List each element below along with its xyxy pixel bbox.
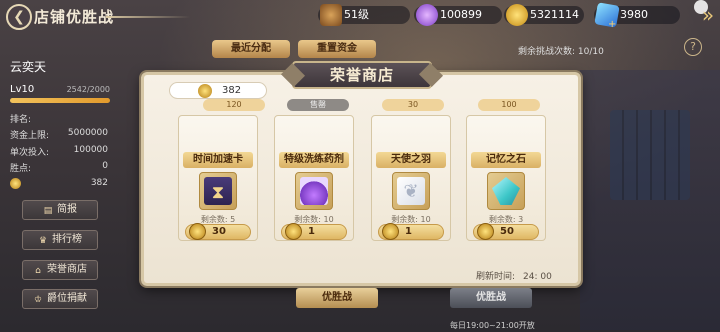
- gem-icon: [416, 4, 438, 26]
- stat-value: 382: [90, 178, 108, 188]
- background-shelf: [580, 70, 720, 330]
- stat-rank: 排名:: [10, 112, 108, 125]
- player-name: 云奕天: [10, 60, 47, 74]
- page-header: ❮ 店铺优胜战: [0, 0, 200, 36]
- item-price: 1: [308, 226, 315, 237]
- report-icon: ▤: [43, 206, 53, 216]
- peek-soldout: 售罄: [287, 99, 349, 111]
- honor-coin-icon: [189, 223, 206, 240]
- honor-coin-icon: [285, 223, 302, 240]
- player-xp: 2542/2000: [66, 85, 110, 94]
- honor-coin-icon: [477, 223, 494, 240]
- shop-icon: ⌂: [35, 266, 41, 276]
- shop-item-card[interactable]: 时间加速卡 剩余数: 5 30: [178, 115, 258, 241]
- open-time-text: 每日19:00~21:00开放: [450, 321, 535, 330]
- item-name: 特级洗练药剂: [279, 152, 349, 168]
- player-panel: 云奕天 Lv10 2542/2000 排名: 资金上限: 5000000 单次投…: [0, 36, 118, 332]
- refresh-time: 24: 00: [523, 272, 552, 282]
- background-window: [610, 110, 690, 200]
- back-button[interactable]: ❮: [6, 4, 32, 30]
- side-button-honor-shop[interactable]: ⌂ 荣誉商店: [22, 260, 98, 280]
- xp-progress-fill: [10, 98, 110, 103]
- crown-icon: ♔: [33, 295, 43, 305]
- stat-value: 0: [102, 161, 108, 171]
- gold-resource: 5321114: [504, 4, 584, 26]
- refresh-timer: 刷新时间: 24: 00: [476, 269, 552, 282]
- feather-icon: [392, 172, 430, 210]
- side-button-report[interactable]: ▤ 简报: [22, 200, 98, 220]
- buy-button[interactable]: 50: [473, 223, 539, 240]
- peek-price: 30: [382, 99, 444, 111]
- add-icon[interactable]: +: [608, 16, 616, 34]
- side-button-label: 简报: [57, 204, 77, 215]
- peek-price: 120: [203, 99, 265, 111]
- stat-label: 资金上限:: [10, 131, 50, 141]
- level-row: Lv10 2542/2000: [10, 84, 110, 95]
- stat-win-points: 胜点: 0: [10, 161, 108, 174]
- buy-button[interactable]: 30: [185, 223, 251, 240]
- diamond-resource[interactable]: + 3980: [594, 2, 680, 30]
- item-price: 1: [405, 226, 412, 237]
- shop-item-card[interactable]: 天使之羽 剩余数: 10 1: [371, 115, 451, 241]
- level-resource: 51级: [318, 4, 410, 26]
- item-price: 30: [212, 226, 226, 237]
- honor-coin-icon: [382, 223, 399, 240]
- side-button-label: 排行榜: [52, 234, 82, 245]
- side-button-label: 爵位捐献: [47, 293, 87, 304]
- shop-item-card[interactable]: 记忆之石 剩余数: 3 50: [466, 115, 546, 241]
- item-name: 记忆之石: [471, 152, 541, 168]
- item-name: 天使之羽: [376, 152, 446, 168]
- honor-coin-icon: [198, 84, 212, 98]
- diamond-value: 3980: [620, 8, 648, 21]
- expand-menu-icon[interactable]: »: [698, 0, 718, 30]
- xp-progress-bar: [10, 98, 110, 103]
- stat-single-invest: 单次投入: 100000: [10, 145, 108, 158]
- refresh-label: 刷新时间:: [476, 272, 516, 282]
- item-name: 时间加速卡: [183, 152, 253, 168]
- hourglass-card-icon: [199, 172, 237, 210]
- shop-item-card[interactable]: 特级洗练药剂 剩余数: 10 1: [274, 115, 354, 241]
- honor-coin-icon: [10, 178, 21, 189]
- trophy-icon: ♛: [38, 236, 48, 246]
- stat-value: 5000000: [67, 128, 108, 138]
- side-button-ranking[interactable]: ♛ 排行榜: [22, 230, 98, 250]
- gem-resource: 100899: [414, 4, 502, 26]
- gold-coin-icon: [506, 4, 528, 26]
- resource-bar: 51级 100899 5321114 + 3980: [282, 2, 702, 30]
- level-value: 51级: [344, 8, 369, 21]
- tournament-button[interactable]: 优胜战: [296, 288, 378, 308]
- buy-button[interactable]: 1: [281, 223, 347, 240]
- gold-value: 5321114: [530, 8, 579, 21]
- side-button-label: 荣誉商店: [47, 264, 87, 275]
- player-level: Lv10: [10, 84, 35, 95]
- help-icon[interactable]: ?: [684, 38, 702, 56]
- stat-value: 100000: [73, 145, 108, 155]
- peek-price: 100: [478, 99, 540, 111]
- chest-icon: [320, 4, 342, 26]
- modal-title: 荣誉商店: [292, 61, 432, 89]
- stat-label: 排名:: [10, 115, 32, 125]
- stat-label: 单次投入:: [10, 148, 50, 158]
- title-divider: [106, 16, 190, 18]
- potion-icon: [295, 172, 333, 210]
- stat-coins: 382: [10, 178, 108, 189]
- shop-currency-value: 382: [222, 85, 242, 96]
- item-price: 50: [500, 226, 514, 237]
- reset-funds-button[interactable]: 重置资金: [298, 40, 376, 58]
- stat-label: 胜点:: [10, 164, 32, 174]
- buy-button[interactable]: 1: [378, 223, 444, 240]
- gem-value: 100899: [440, 8, 482, 21]
- stat-fund-limit: 资金上限: 5000000: [10, 128, 108, 141]
- shop-item-grid: 时间加速卡 剩余数: 5 30 特级洗练药剂 剩余数: 10 1 天使之羽 剩余…: [178, 115, 548, 241]
- recent-allocation-button[interactable]: 最近分配: [212, 40, 290, 58]
- shop-currency: 382: [169, 82, 267, 99]
- crystal-icon: [487, 172, 525, 210]
- page-title: 店铺优胜战: [34, 8, 115, 26]
- tournament-button-alt[interactable]: 优胜战: [450, 288, 532, 308]
- remaining-challenges: 剩余挑战次数: 10/10: [518, 47, 604, 57]
- side-button-donate[interactable]: ♔ 爵位捐献: [22, 289, 98, 309]
- honor-shop-modal: 荣誉商店 382 120 售罄 30 100 时间加速卡 剩余数: 5 30 特…: [141, 61, 581, 286]
